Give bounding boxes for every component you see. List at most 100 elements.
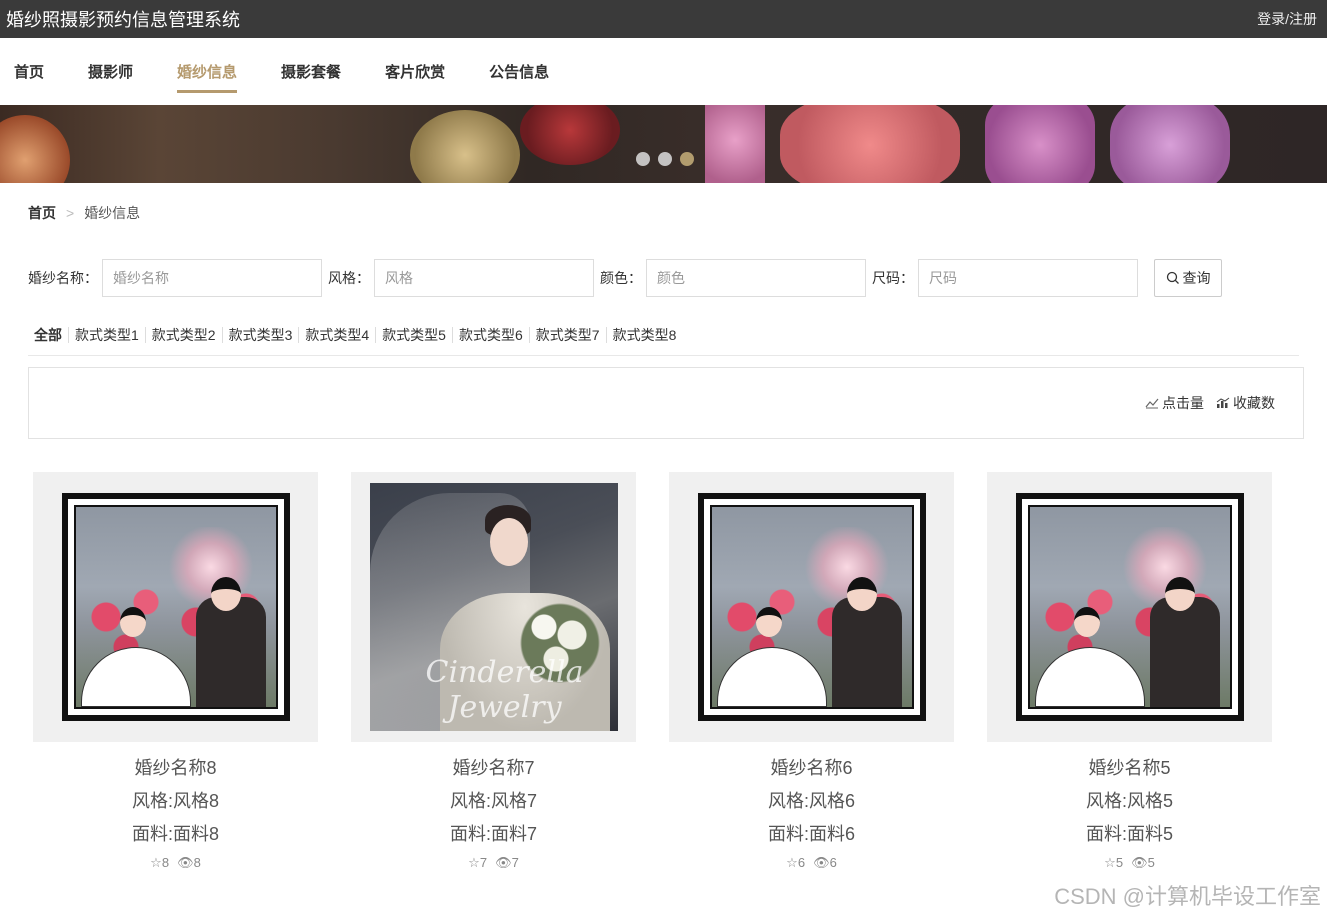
category-type-7[interactable]: 款式类型7 bbox=[528, 327, 606, 343]
nav-item-announcements[interactable]: 公告信息 bbox=[489, 53, 549, 90]
carousel-dot-active[interactable] bbox=[680, 152, 694, 166]
nav-item-packages[interactable]: 摄影套餐 bbox=[281, 53, 341, 90]
favorites-count: 6 bbox=[797, 855, 806, 870]
style-input[interactable]: 风格 bbox=[374, 259, 594, 297]
bride-face bbox=[489, 518, 528, 566]
color-label: 颜色： bbox=[600, 270, 642, 286]
dress-card[interactable]: 婚纱名称5 风格:风格5 面料:面料5 ☆5 👁5 bbox=[987, 472, 1272, 871]
dress-style: 风格:风格7 bbox=[449, 791, 537, 811]
sort-by-clicks[interactable]: 点击量 bbox=[1145, 393, 1204, 413]
category-type-5[interactable]: 款式类型5 bbox=[375, 327, 452, 343]
dress-name: 婚纱名称5 bbox=[1088, 758, 1171, 778]
dress-card[interactable]: 婚纱名称8 风格:风格8 面料:面料8 ☆8 👁8 bbox=[33, 472, 318, 871]
sort-box: 点击量 收藏数 bbox=[28, 367, 1304, 439]
dress-stats: ☆6 👁6 bbox=[669, 855, 954, 871]
dress-image-wrap: Cinderella Jewelry bbox=[351, 472, 636, 742]
dress-name-label: 婚纱名称： bbox=[28, 270, 98, 286]
carousel-dots bbox=[636, 152, 694, 166]
banner-flower bbox=[410, 110, 520, 183]
dress-image-wrap bbox=[669, 472, 954, 742]
bar-chart-icon bbox=[1216, 397, 1230, 408]
banner-carousel[interactable] bbox=[0, 105, 1327, 183]
dress-fabric: 面料:面料7 bbox=[449, 824, 537, 844]
nav-item-gallery[interactable]: 客片欣赏 bbox=[385, 53, 445, 90]
size-label: 尺码： bbox=[872, 270, 914, 286]
category-filter: 全部 款式类型1 款式类型2 款式类型3 款式类型4 款式类型5 款式类型6 款… bbox=[28, 327, 1299, 356]
sort-by-favorites[interactable]: 收藏数 bbox=[1216, 393, 1275, 413]
dress-style: 风格:风格5 bbox=[1085, 791, 1173, 811]
photo-signature: Cinderella Jewelry bbox=[425, 655, 584, 725]
carousel-dot[interactable] bbox=[636, 152, 650, 166]
breadcrumb-current: 婚纱信息 bbox=[84, 205, 141, 221]
category-type-2[interactable]: 款式类型2 bbox=[144, 327, 222, 343]
dress-card[interactable]: Cinderella Jewelry 婚纱名称7 风格:风格7 面料:面料7 ☆… bbox=[351, 472, 636, 871]
views-count: 6 bbox=[829, 855, 837, 870]
banner-flower bbox=[520, 105, 620, 165]
top-bar: 婚纱照摄影预约信息管理系统 登录/注册 bbox=[0, 0, 1327, 38]
picture-frame bbox=[697, 493, 926, 721]
favorites-count: 7 bbox=[479, 855, 488, 870]
breadcrumb-home[interactable]: 首页 bbox=[28, 203, 56, 223]
category-all[interactable]: 全部 bbox=[28, 327, 68, 343]
sort-clicks-label: 点击量 bbox=[1162, 395, 1204, 411]
dress-image-wrap bbox=[987, 472, 1272, 742]
views-count: 8 bbox=[193, 855, 201, 870]
search-button[interactable]: 查询 bbox=[1154, 259, 1222, 297]
site-title: 婚纱照摄影预约信息管理系统 bbox=[6, 10, 240, 30]
category-type-8[interactable]: 款式类型8 bbox=[605, 327, 683, 343]
couple-illustration-image bbox=[688, 483, 936, 731]
style-label: 风格： bbox=[328, 270, 370, 286]
dress-stats: ☆7 👁7 bbox=[351, 855, 636, 871]
star-icon: ☆ bbox=[786, 855, 798, 870]
dress-card-list: 婚纱名称8 风格:风格8 面料:面料8 ☆8 👁8 Cinderella Jew… bbox=[33, 472, 1327, 871]
groom-head bbox=[210, 577, 241, 611]
bride-head bbox=[119, 607, 146, 637]
nav-item-wedding-dress[interactable]: 婚纱信息 bbox=[177, 53, 238, 93]
views-count: 7 bbox=[511, 855, 519, 870]
dress-fabric: 面料:面料5 bbox=[1085, 824, 1173, 844]
search-button-label: 查询 bbox=[1182, 270, 1211, 286]
dress-fabric: 面料:面料8 bbox=[131, 824, 219, 844]
eye-icon: 👁 bbox=[495, 855, 512, 870]
color-input[interactable]: 颜色 bbox=[646, 259, 866, 297]
category-type-6[interactable]: 款式类型6 bbox=[451, 327, 529, 343]
dress-name: 婚纱名称8 bbox=[134, 758, 217, 778]
banner-letter-v bbox=[985, 105, 1095, 183]
groom-body bbox=[195, 597, 266, 707]
picture-canvas bbox=[709, 505, 914, 709]
dress-name: 婚纱名称6 bbox=[770, 758, 853, 778]
dress-name: 婚纱名称7 bbox=[452, 758, 535, 778]
picture-frame bbox=[61, 493, 290, 721]
breadcrumb: 首页 > 婚纱信息 bbox=[28, 203, 1327, 223]
search-bar: 婚纱名称： 婚纱名称 风格： 风格 颜色： 颜色 尺码： 尺码 查询 bbox=[28, 259, 1327, 297]
banner-flower bbox=[0, 115, 70, 183]
bride-photo-image: Cinderella Jewelry bbox=[369, 483, 618, 731]
carousel-dot[interactable] bbox=[658, 152, 672, 166]
groom-head bbox=[846, 577, 877, 611]
eye-icon: 👁 bbox=[1131, 855, 1148, 870]
csdn-watermark: CSDN @计算机毕设工作室 bbox=[1054, 884, 1321, 909]
nav-item-home[interactable]: 首页 bbox=[14, 53, 44, 90]
category-type-4[interactable]: 款式类型4 bbox=[298, 327, 375, 343]
banner-heart bbox=[780, 105, 960, 183]
star-icon: ☆ bbox=[150, 855, 162, 870]
login-register-link[interactable]: 登录/注册 bbox=[1257, 9, 1317, 29]
favorites-count: 5 bbox=[1115, 855, 1124, 870]
main-nav: 首页 摄影师 婚纱信息 摄影套餐 客片欣赏 公告信息 bbox=[0, 38, 1327, 105]
favorites-count: 8 bbox=[161, 855, 170, 870]
search-icon bbox=[1166, 271, 1179, 284]
nav-item-photographer[interactable]: 摄影师 bbox=[88, 53, 133, 90]
star-icon: ☆ bbox=[468, 855, 480, 870]
dress-name-input[interactable]: 婚纱名称 bbox=[102, 259, 322, 297]
groom-body bbox=[831, 597, 902, 707]
size-input[interactable]: 尺码 bbox=[918, 259, 1138, 297]
breadcrumb-separator: > bbox=[66, 205, 75, 221]
bride-head bbox=[755, 607, 782, 637]
category-type-1[interactable]: 款式类型1 bbox=[68, 327, 145, 343]
category-type-3[interactable]: 款式类型3 bbox=[221, 327, 299, 343]
dress-card[interactable]: 婚纱名称6 风格:风格6 面料:面料6 ☆6 👁6 bbox=[669, 472, 954, 871]
dress-fabric: 面料:面料6 bbox=[767, 824, 855, 844]
eye-icon: 👁 bbox=[813, 855, 830, 870]
picture-canvas bbox=[73, 505, 278, 709]
groom-body bbox=[1149, 597, 1220, 707]
